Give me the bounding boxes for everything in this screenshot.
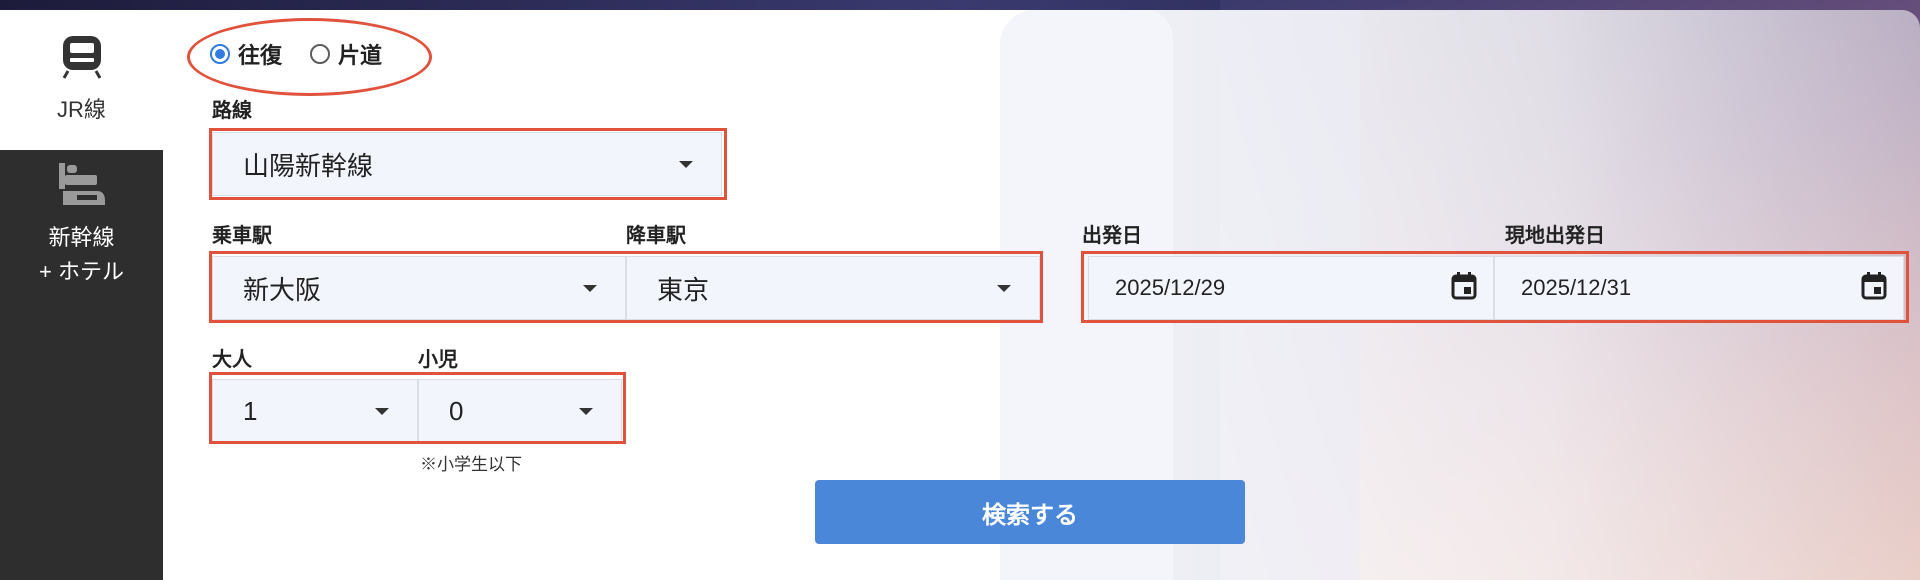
radio-one-way[interactable]: 片道 <box>310 38 382 70</box>
route-value: 山陽新幹線 <box>243 150 374 181</box>
radio-one-way-label: 片道 <box>338 43 383 68</box>
trip-type-group: 往復 片道 <box>210 38 382 70</box>
search-form: 往復 片道 路線 山陽新幹線 乗車駅 降車駅 新大阪 東京 出発日 現地出発日 … <box>0 0 1920 580</box>
local-departure-date-label: 現地出発日 <box>1505 225 1605 247</box>
departure-station-label: 乗車駅 <box>212 225 272 247</box>
departure-station-value: 新大阪 <box>243 274 322 305</box>
arrival-station-value: 東京 <box>657 274 710 305</box>
radio-round-trip[interactable]: 往復 <box>210 38 282 70</box>
calendar-icon[interactable] <box>1861 272 1887 304</box>
chevron-down-icon <box>579 407 593 415</box>
adults-value: 1 <box>243 395 258 426</box>
calendar-icon[interactable] <box>1451 272 1477 304</box>
departure-station-select[interactable]: 新大阪 <box>212 256 626 320</box>
adults-label: 大人 <box>212 349 252 371</box>
radio-round-trip-label: 往復 <box>238 43 283 68</box>
children-note: ※小学生以下 <box>420 455 522 474</box>
children-select[interactable]: 0 <box>418 379 622 443</box>
search-button[interactable]: 検索する <box>815 480 1245 544</box>
chevron-down-icon <box>997 284 1011 292</box>
children-value: 0 <box>449 395 464 426</box>
radio-round-trip-dot[interactable] <box>210 44 230 64</box>
arrival-station-select[interactable]: 東京 <box>626 256 1040 320</box>
adults-select[interactable]: 1 <box>212 379 418 443</box>
departure-date-label: 出発日 <box>1082 225 1142 247</box>
chevron-down-icon <box>583 284 597 292</box>
route-label: 路線 <box>212 100 252 122</box>
departure-date-value: 2025/12/29 <box>1115 275 1226 300</box>
arrival-station-label: 降車駅 <box>626 225 686 247</box>
departure-date-input[interactable]: 2025/12/29 <box>1088 256 1494 320</box>
children-label: 小児 <box>418 349 458 371</box>
chevron-down-icon <box>375 407 389 415</box>
local-departure-date-value: 2025/12/31 <box>1521 275 1632 300</box>
route-select[interactable]: 山陽新幹線 <box>212 132 722 196</box>
local-departure-date-input[interactable]: 2025/12/31 <box>1494 256 1904 320</box>
radio-one-way-dot[interactable] <box>310 44 331 64</box>
chevron-down-icon <box>679 160 693 168</box>
